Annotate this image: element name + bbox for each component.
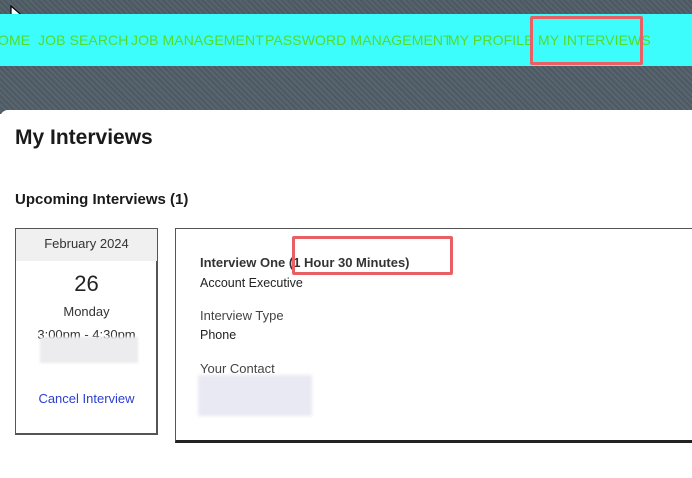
interview-type-value: Phone bbox=[200, 328, 237, 342]
interview-date-card: February 2024 26 Monday 3:00pm - 4:30pm … bbox=[15, 228, 158, 435]
interview-day: 26 bbox=[74, 271, 99, 296]
interview-position: Account Executive bbox=[200, 276, 303, 290]
redacted-location bbox=[40, 337, 138, 363]
duration-highlight-box bbox=[292, 236, 453, 275]
header-texture-band bbox=[0, 66, 692, 114]
your-contact-label: Your Contact bbox=[200, 361, 275, 376]
page-title: My Interviews bbox=[15, 126, 153, 149]
nav-item-home[interactable]: OME bbox=[0, 32, 30, 48]
redacted-contact bbox=[198, 375, 312, 416]
interview-type-label: Interview Type bbox=[200, 308, 284, 323]
nav-item-my-profile[interactable]: MY PROFILE bbox=[448, 32, 534, 48]
nav-item-job-management[interactable]: JOB MANAGEMENT bbox=[131, 32, 264, 48]
nav-item-job-search[interactable]: JOB SEARCH bbox=[38, 32, 128, 48]
interview-name: Interview One bbox=[200, 255, 286, 270]
upcoming-interviews-heading: Upcoming Interviews (1) bbox=[15, 191, 189, 208]
top-texture-bar bbox=[0, 0, 692, 14]
nav-item-password-management[interactable]: PASSWORD MANAGEMENT bbox=[265, 32, 452, 48]
my-interviews-highlight-box bbox=[530, 16, 643, 65]
cancel-interview-link[interactable]: Cancel Interview bbox=[16, 391, 157, 406]
interview-month: February 2024 bbox=[16, 229, 157, 261]
interview-weekday: Monday bbox=[63, 304, 110, 319]
